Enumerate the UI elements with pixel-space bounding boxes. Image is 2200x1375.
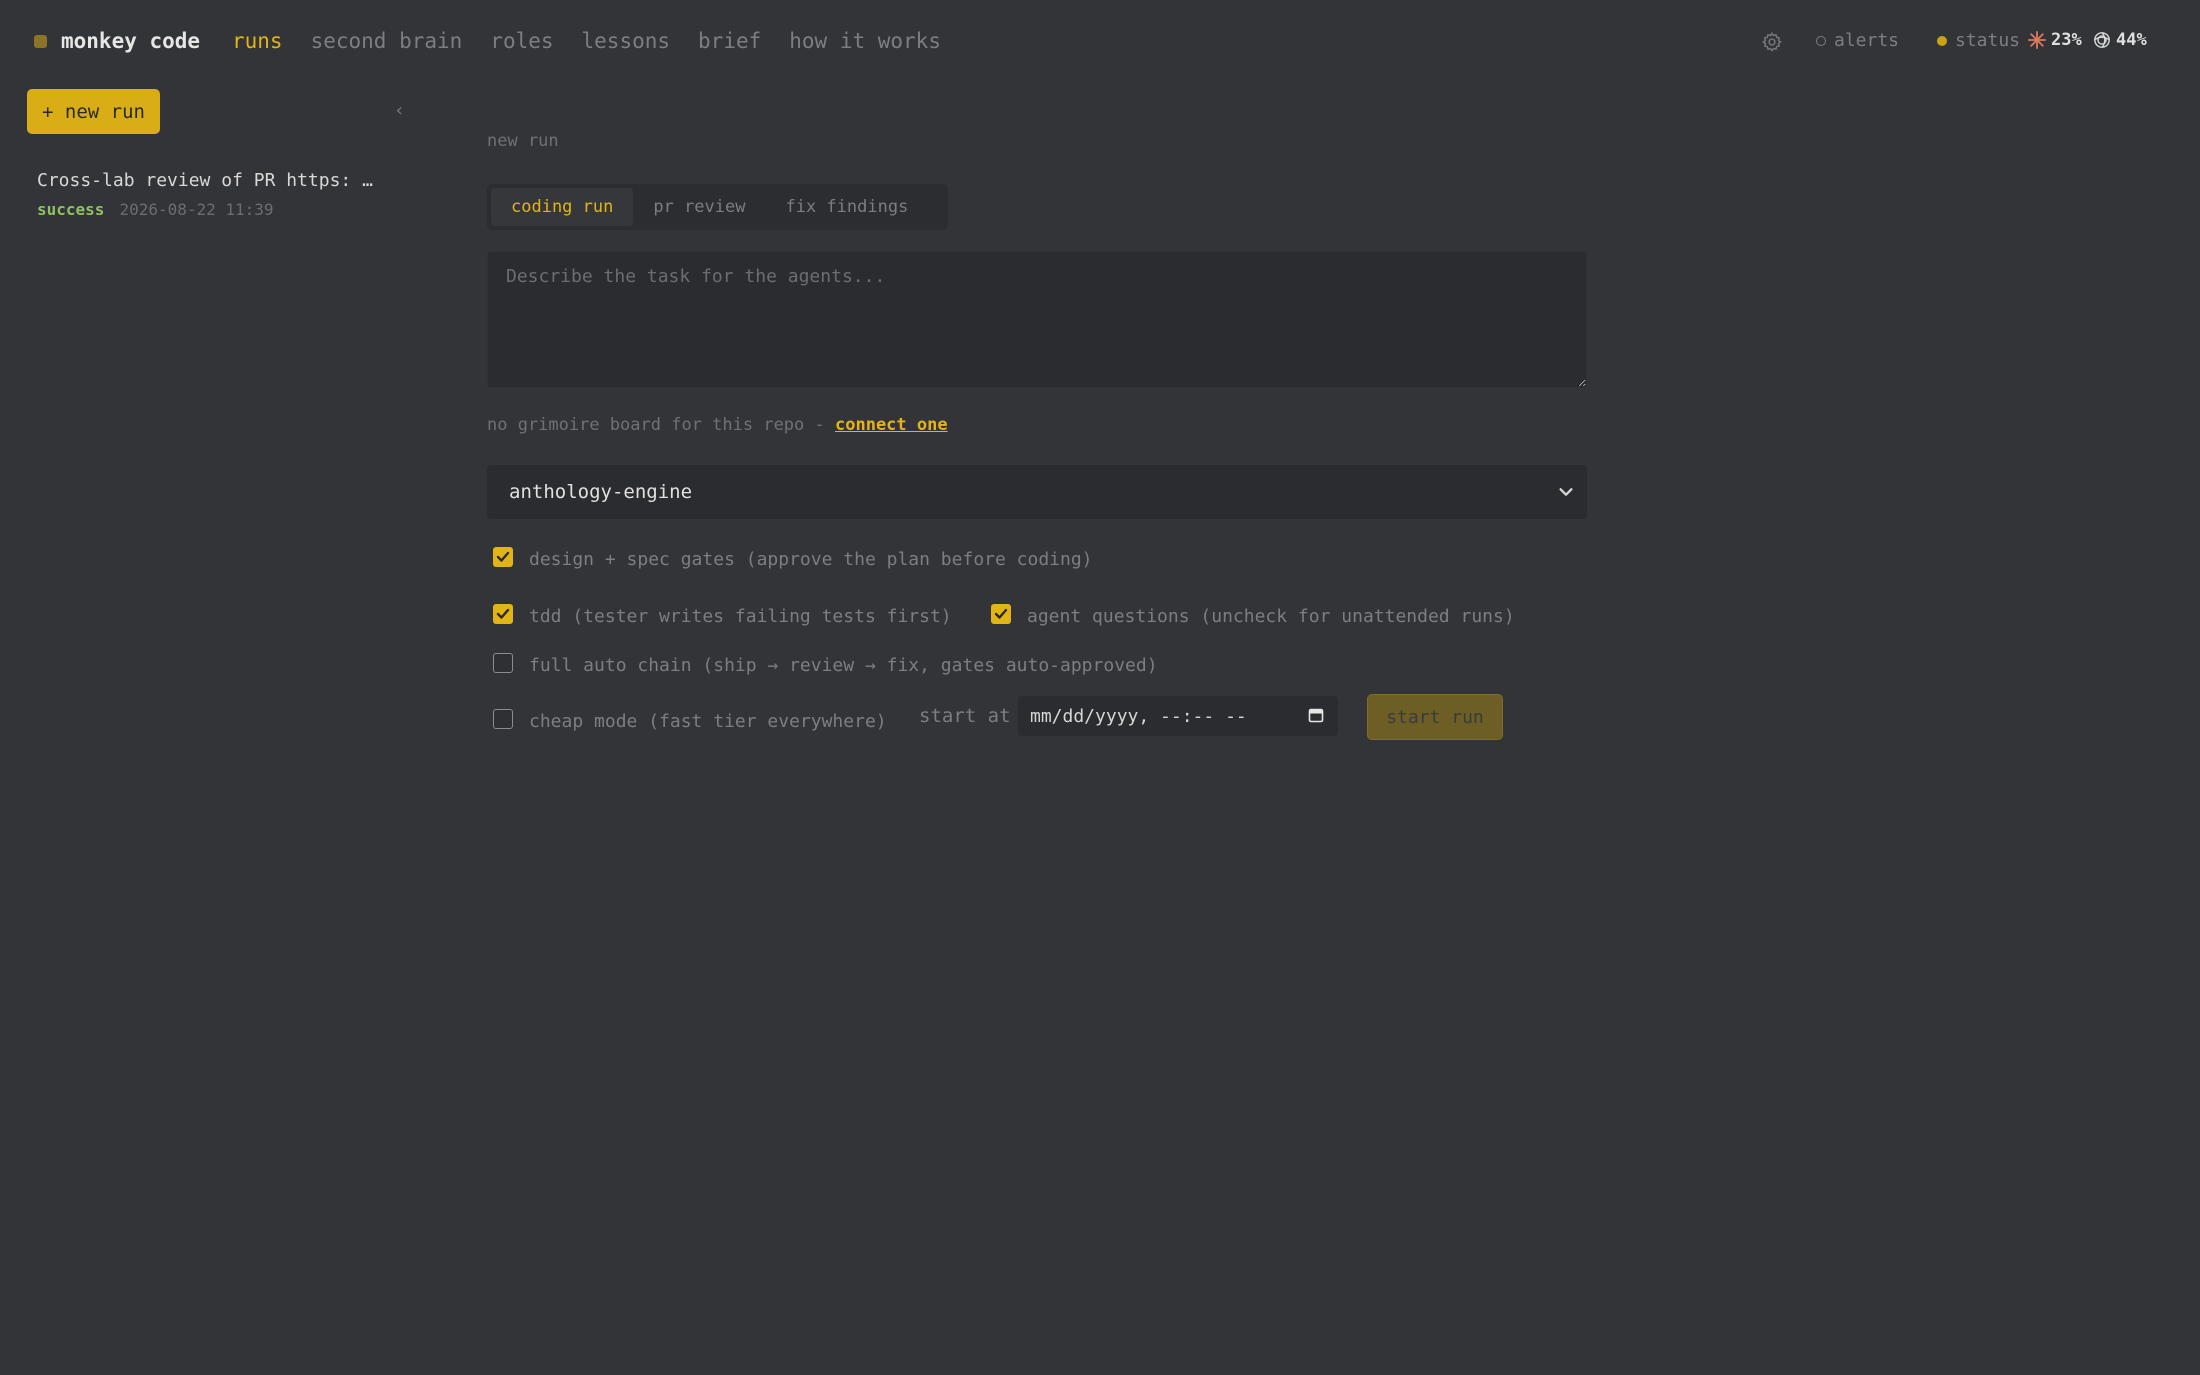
- nav-runs[interactable]: runs: [232, 29, 283, 53]
- tdd-label: tdd (tester writes failing tests first): [529, 606, 952, 627]
- status-button[interactable]: status: [1937, 30, 2020, 51]
- cheap-mode-option[interactable]: cheap mode (fast tier everywhere): [493, 706, 887, 732]
- grimoire-notice: no grimoire board for this repo - connec…: [487, 415, 948, 435]
- alerts-indicator-icon: [1816, 35, 1826, 46]
- app-title[interactable]: monkey code: [61, 29, 200, 53]
- design-gates-checkbox[interactable]: [493, 546, 513, 567]
- main-nav: runs second brain roles lessons brief ho…: [232, 29, 941, 53]
- run-title: Cross-lab review of PR https: …: [37, 170, 373, 191]
- start-at-label: start at: [919, 705, 1011, 727]
- run-list-item[interactable]: Cross-lab review of PR https: … success …: [37, 170, 397, 219]
- status-label: status: [1955, 30, 2021, 51]
- section-title: new run: [487, 131, 559, 151]
- alerts-button[interactable]: alerts: [1816, 30, 1899, 51]
- tab-fix-findings[interactable]: fix findings: [765, 188, 928, 226]
- nav-roles[interactable]: roles: [490, 29, 553, 53]
- tdd-checkbox[interactable]: [493, 604, 513, 624]
- nav-brief[interactable]: brief: [698, 29, 761, 53]
- run-timestamp: 2026-08-22 11:39: [119, 200, 274, 219]
- usage-meter-secondary: 44%: [2093, 30, 2147, 50]
- alerts-label: alerts: [1834, 30, 1900, 51]
- full-auto-chain-option[interactable]: full auto chain (ship → review → fix, ga…: [493, 650, 1158, 676]
- run-type-tabs: coding run pr review fix findings: [487, 184, 948, 230]
- design-gates-label: design + spec gates (approve the plan be…: [529, 549, 1093, 570]
- tdd-option[interactable]: tdd (tester writes failing tests first): [493, 601, 952, 627]
- start-at-placeholder: mm/dd/yyyy, --:-- --: [1030, 705, 1247, 727]
- run-status-badge: success: [37, 200, 105, 219]
- swirl-icon: [2094, 32, 2110, 48]
- repo-select-value: anthology-engine: [509, 481, 693, 503]
- sparkle-icon: [2028, 31, 2046, 49]
- brand-logo: [34, 35, 47, 48]
- checkmark-icon: [496, 551, 510, 562]
- checkmark-icon: [994, 608, 1008, 619]
- repo-select[interactable]: anthology-engine: [487, 465, 1587, 519]
- full-auto-chain-label: full auto chain (ship → review → fix, ga…: [529, 655, 1158, 676]
- gear-icon[interactable]: [1761, 31, 1783, 53]
- usage-meter-primary: 23%: [2028, 30, 2082, 50]
- nav-how-it-works[interactable]: how it works: [789, 29, 941, 53]
- usage-value-primary: 23%: [2051, 30, 2082, 50]
- design-gates-option[interactable]: design + spec gates (approve the plan be…: [493, 543, 1093, 570]
- grimoire-text: no grimoire board for this repo -: [487, 415, 835, 435]
- start-at-datetime-input[interactable]: mm/dd/yyyy, --:-- --: [1018, 696, 1338, 736]
- cheap-mode-label: cheap mode (fast tier everywhere): [529, 711, 887, 732]
- checkmark-icon: [496, 608, 510, 619]
- tab-pr-review[interactable]: pr review: [633, 188, 765, 226]
- usage-value-secondary: 44%: [2116, 30, 2147, 50]
- agent-questions-label: agent questions (uncheck for unattended …: [1027, 606, 1515, 627]
- nav-lessons[interactable]: lessons: [582, 29, 671, 53]
- connect-board-link[interactable]: connect one: [835, 415, 948, 435]
- full-auto-chain-checkbox[interactable]: [493, 653, 513, 673]
- chevron-down-icon: [1559, 488, 1573, 496]
- new-run-button[interactable]: + new run: [27, 89, 160, 134]
- top-bar: monkey code runs second brain roles less…: [0, 0, 2200, 84]
- status-indicator-icon: [1937, 35, 1947, 46]
- start-run-button[interactable]: start run: [1367, 694, 1503, 740]
- calendar-icon[interactable]: [1308, 707, 1324, 723]
- cheap-mode-checkbox[interactable]: [493, 709, 513, 729]
- chevron-left-icon[interactable]: ‹: [394, 100, 405, 121]
- nav-second-brain[interactable]: second brain: [311, 29, 463, 53]
- tab-coding-run[interactable]: coding run: [491, 188, 634, 226]
- agent-questions-option[interactable]: agent questions (uncheck for unattended …: [991, 601, 1515, 627]
- task-description-input[interactable]: [487, 251, 1587, 388]
- agent-questions-checkbox[interactable]: [991, 604, 1011, 624]
